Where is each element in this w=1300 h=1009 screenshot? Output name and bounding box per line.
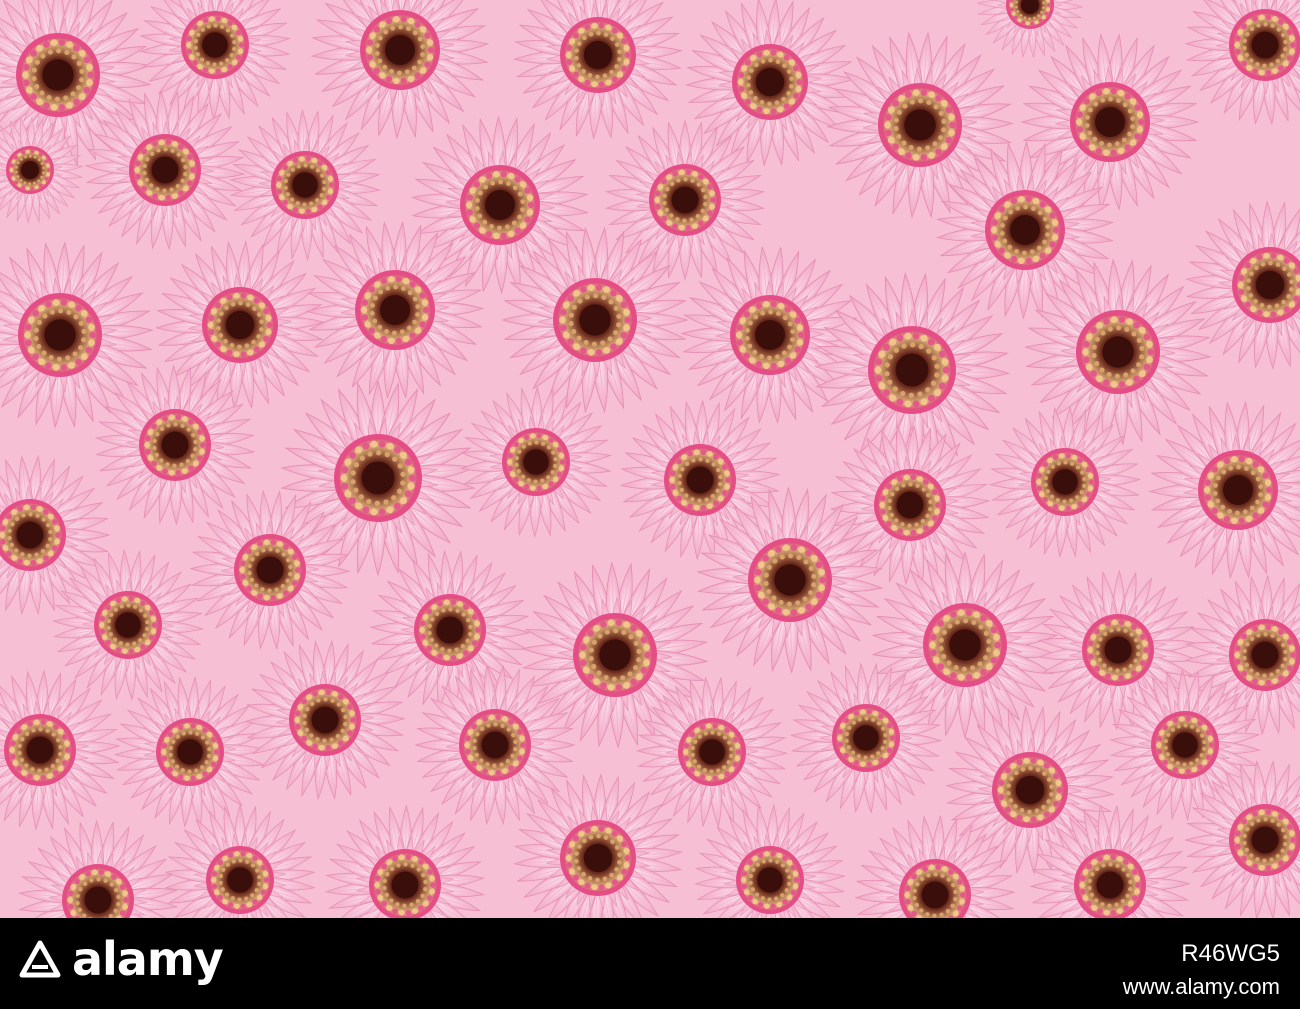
flower-photo [0,0,1300,918]
watermark-bar: alamy R46WG5 www.alamy.com [0,918,1300,1009]
site-url-label: www.alamy.com [1122,974,1280,999]
gerbera-flowers-image [0,0,1300,918]
alamy-logo-icon [19,940,61,978]
alamy-wordmark: alamy [72,932,224,986]
alamy-logo: alamy [18,928,224,990]
stock-photo-page: alamy R46WG5 www.alamy.com [0,0,1300,1009]
image-id-label: R46WG5 [1181,940,1280,967]
